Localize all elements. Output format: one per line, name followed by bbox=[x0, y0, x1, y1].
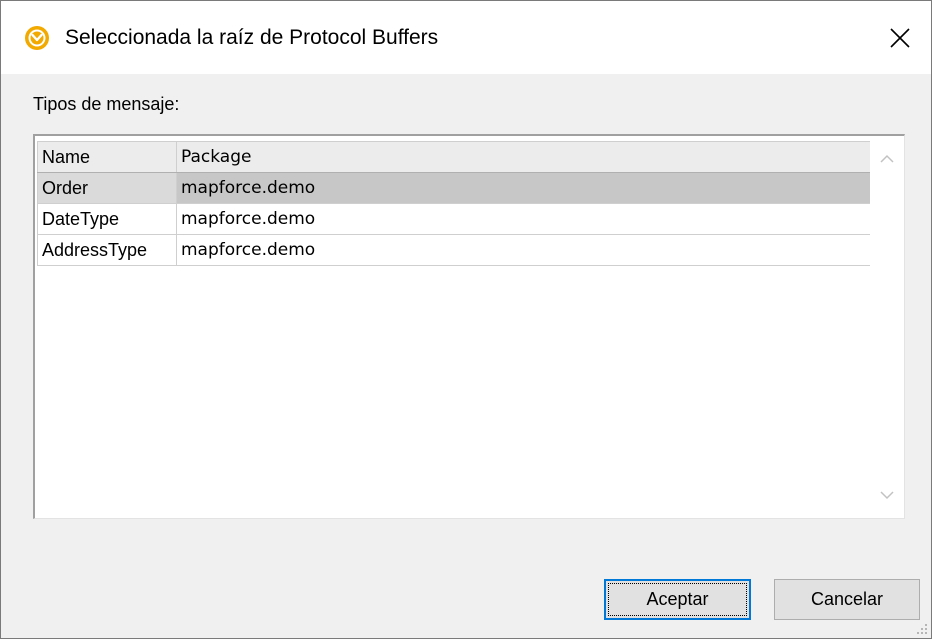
cancel-button[interactable]: Cancelar bbox=[774, 579, 920, 620]
scroll-down-button[interactable] bbox=[870, 478, 904, 512]
close-icon bbox=[890, 27, 910, 48]
chevron-down-icon bbox=[880, 491, 894, 500]
row-package-cell[interactable]: mapforce.demo bbox=[176, 172, 885, 204]
row-package-cell[interactable]: mapforce.demo bbox=[176, 234, 885, 266]
scroll-up-button[interactable] bbox=[870, 142, 904, 176]
row-name-cell[interactable]: AddressType bbox=[37, 234, 177, 266]
column-header-package[interactable]: Package bbox=[176, 141, 885, 173]
message-types-list[interactable]: Name Package Order mapforce.demo DateTyp… bbox=[33, 134, 905, 519]
row-package-cell[interactable]: mapforce.demo bbox=[176, 203, 885, 235]
accept-button[interactable]: Aceptar bbox=[604, 579, 751, 620]
message-types-label: Tipos de mensaje: bbox=[33, 94, 180, 114]
altova-mapforce-icon bbox=[25, 26, 49, 50]
close-button[interactable] bbox=[869, 1, 931, 74]
column-header-name[interactable]: Name bbox=[37, 141, 177, 173]
table-header-row: Name Package bbox=[37, 141, 885, 173]
chevron-up-icon bbox=[880, 154, 894, 163]
table-row[interactable]: AddressType mapforce.demo bbox=[37, 234, 885, 266]
row-name-cell[interactable]: Order bbox=[37, 172, 177, 204]
table-row[interactable]: Order mapforce.demo bbox=[37, 172, 885, 204]
message-types-table: Name Package Order mapforce.demo DateTyp… bbox=[37, 141, 885, 266]
vertical-scrollbar[interactable] bbox=[870, 136, 904, 518]
title-bar[interactable]: Seleccionada la raíz de Protocol Buffers bbox=[1, 1, 931, 74]
resize-grip-icon[interactable] bbox=[914, 621, 928, 635]
table-row[interactable]: DateType mapforce.demo bbox=[37, 203, 885, 235]
row-name-cell[interactable]: DateType bbox=[37, 203, 177, 235]
window-title: Seleccionada la raíz de Protocol Buffers bbox=[65, 26, 439, 49]
dialog-window: Seleccionada la raíz de Protocol Buffers… bbox=[0, 0, 932, 639]
